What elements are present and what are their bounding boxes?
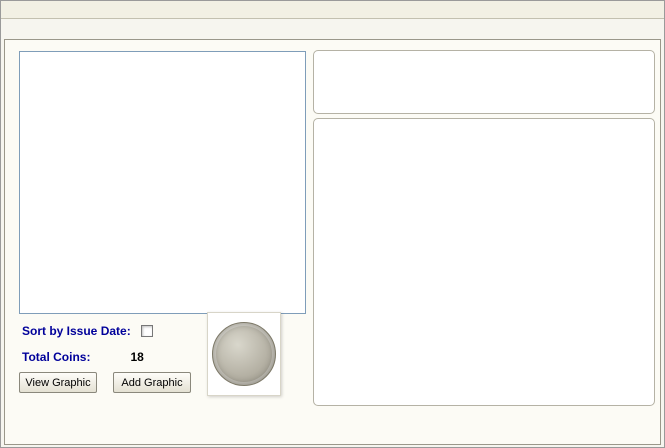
coin-photo xyxy=(212,322,276,386)
toolbar xyxy=(313,50,655,114)
view-graphic-button[interactable]: View Graphic xyxy=(19,372,97,393)
total-coins-label: Total Coins: xyxy=(22,350,91,364)
tab-page: Sort by Issue Date: Total Coins: 18 View… xyxy=(4,39,661,445)
coin-detail-form xyxy=(313,118,655,406)
graphic-buttons-row: View Graphic Add Graphic xyxy=(19,372,191,393)
coin-list xyxy=(19,51,306,314)
add-graphic-button[interactable]: Add Graphic xyxy=(113,372,191,393)
menu-bar xyxy=(1,1,664,19)
sort-by-issue-date-checkbox[interactable] xyxy=(140,325,153,337)
coin-photo-box xyxy=(207,312,281,396)
total-coins-row: Total Coins: 18 xyxy=(22,350,144,364)
sort-by-issue-date-label: Sort by Issue Date: xyxy=(22,324,131,338)
coin-organizer-window: Sort by Issue Date: Total Coins: 18 View… xyxy=(0,0,665,448)
total-coins-value: 18 xyxy=(130,350,144,364)
sort-row: Sort by Issue Date: xyxy=(22,324,153,338)
